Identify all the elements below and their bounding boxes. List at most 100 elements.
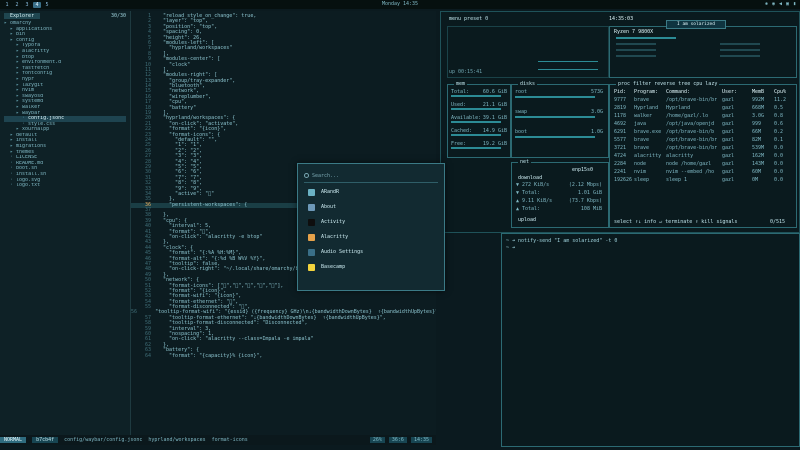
net-upload-label: upload (518, 217, 537, 223)
proc-cell: 0.8 (774, 113, 784, 119)
cursor-position: 36:6 (388, 437, 407, 443)
proc-cell: 2284 (614, 161, 627, 167)
launcher-item[interactable]: Basecamp (308, 263, 345, 271)
proc-cell: gazl (722, 97, 735, 103)
app-icon (308, 233, 315, 241)
net-label: ▲ Total: (516, 206, 541, 212)
proc-header-cell[interactable]: User: (722, 89, 737, 95)
top-bar: 12345 Monday 14:35 ✱ ◉ ◀ ▣ ▮ (0, 0, 800, 9)
proc-cell: 143M (752, 161, 765, 167)
app-icon (308, 263, 315, 271)
disk-bar (515, 136, 595, 138)
file-path: config/waybar/config.jsonc (64, 437, 143, 443)
explorer-title[interactable]: Explorer (4, 13, 41, 19)
line-text: "format": "{capacity}% {icon}", (157, 352, 263, 359)
proc-cell: 192626 (614, 177, 633, 183)
proc-cell: Hyprland (666, 105, 691, 111)
launcher-item-label: Alacritty (321, 234, 349, 240)
status-line: NORMAL b7cb4f config/waybar/config.jsonc… (0, 435, 436, 445)
disk-row: root 573G (515, 89, 603, 95)
btop-menu[interactable]: menu preset 0 (449, 16, 488, 22)
mem-box: mem Total: 60.6 GiB Used: 21.1 GiB Available… (447, 81, 511, 158)
breadcrumb-section: hyprland/workspaces (148, 437, 206, 443)
launcher-item-label: Activity (321, 219, 346, 225)
battery-icon[interactable]: ▮ (793, 1, 796, 7)
code-line[interactable]: 64 "format": "{capacity}% {icon}", (131, 352, 436, 359)
terminal-line[interactable]: ~ ➜ (506, 245, 515, 251)
proc-cell: /opt/brave-bin/br (666, 137, 718, 143)
proc-cell: 11.2 (774, 97, 787, 103)
launcher-item-label: Basecamp (321, 264, 346, 270)
terminal-window[interactable]: ~ ➜ notify-send "I am solarized" -t 0 ~ ➜ (501, 233, 800, 447)
proc-title[interactable]: proc filter reverse tree cpu lazy (616, 81, 720, 87)
line-text: "on-click": "alacritty --class=Impala -e… (157, 336, 314, 343)
mem-bar (451, 147, 501, 149)
mem-bar (451, 121, 501, 123)
mem-bar (451, 108, 501, 110)
status-clock: 14:35 (410, 437, 432, 443)
app-icon (308, 218, 315, 226)
app-launcher: Search... ARandR About Activity Alacritty Au… (297, 163, 445, 291)
line-text: "on-click": "alacritty -e btop" (157, 234, 263, 241)
net-value: 1.01 GiB (577, 190, 602, 196)
proc-cell: 0.2 (774, 129, 784, 135)
file-item[interactable]: logo.txt (4, 183, 126, 189)
proc-cell: 0.0 (774, 161, 784, 167)
proc-header-cell[interactable]: Program: (634, 89, 658, 95)
proc-cell: brave (634, 97, 650, 103)
proc-cell: gazl (722, 105, 735, 111)
proc-cell: 82M (752, 137, 762, 143)
bluetooth-icon[interactable]: ✱ (765, 1, 768, 7)
proc-cell: 5577 (614, 137, 627, 143)
launcher-item[interactable]: ARandR (308, 188, 339, 196)
proc-cell: 539M (752, 145, 765, 151)
launcher-item[interactable]: About (308, 203, 336, 211)
proc-cell: sleep (634, 177, 650, 183)
launcher-search-input[interactable]: Search... (312, 173, 339, 179)
proc-cell: 2819 (614, 105, 627, 111)
net-row: ▲ 9.11 KiB/s (73.7 Kbps) (516, 198, 602, 204)
notification-toast[interactable]: I am solarized (666, 20, 726, 29)
breadcrumb-subsection: format-icons (211, 437, 248, 443)
file-explorer: Explorer 30/30 omarchyapplicationsbincon… (0, 11, 131, 445)
net-label: ▼ Total: (516, 190, 541, 196)
proc-cell: walker (634, 113, 653, 119)
top-bar-clock[interactable]: Monday 14:35 (0, 1, 800, 7)
launcher-item[interactable]: Activity (308, 218, 345, 226)
btop-monitor: menu preset 0 14:35:03 up 00:15:41 Ryzen… (440, 11, 800, 233)
proc-cell: gazl (722, 113, 735, 119)
disk-value: 1.0G (590, 129, 603, 135)
launcher-item[interactable]: Audio Settings (308, 248, 363, 256)
proc-cell: /opt/java/openjd (666, 121, 715, 127)
git-branch: b7cb4f (32, 437, 59, 443)
proc-cell: gazl (722, 129, 735, 135)
proc-cell: 0.1 (774, 137, 784, 143)
proc-footer[interactable]: select ↑↓ info ↵ terminate ↑ kill signal… (614, 219, 737, 225)
proc-cell: 60M (752, 169, 762, 175)
proc-cell: gazl (722, 153, 735, 159)
disk-row: boot 1.0G (515, 129, 603, 135)
proc-cell: /home/gazl/.lo (666, 113, 709, 119)
launcher-divider (304, 182, 438, 183)
proc-cell: nvim --embed /ho (666, 169, 715, 175)
proc-header-cell[interactable]: MemB (752, 89, 764, 95)
proc-cell: /opt/brave-bin/br (666, 145, 718, 151)
proc-cell: nvim (634, 169, 647, 175)
line-text: "persistent-workspaces": { (157, 201, 248, 208)
proc-cell: brave (634, 137, 650, 143)
launcher-item[interactable]: Alacritty (308, 233, 348, 241)
volume-icon[interactable]: ◀ (779, 1, 782, 7)
proc-cell: 4724 (614, 153, 627, 159)
proc-cell: 0.0 (774, 153, 784, 159)
launcher-item-label: About (321, 204, 337, 210)
proc-cell: node (634, 161, 647, 167)
proc-cell: alacritty (666, 153, 694, 159)
mem-title: mem (454, 81, 468, 87)
terminal-line[interactable]: ~ ➜ notify-send "I am solarized" -t 0 (506, 238, 617, 244)
proc-header-cell[interactable]: Command: (666, 89, 690, 95)
wifi-icon[interactable]: ◉ (772, 1, 775, 7)
cpu-icon[interactable]: ▣ (786, 1, 789, 7)
disk-label: root (515, 89, 528, 95)
proc-header-cell[interactable]: Pid: (614, 89, 626, 95)
proc-header-cell[interactable]: Cpu% (774, 89, 786, 95)
